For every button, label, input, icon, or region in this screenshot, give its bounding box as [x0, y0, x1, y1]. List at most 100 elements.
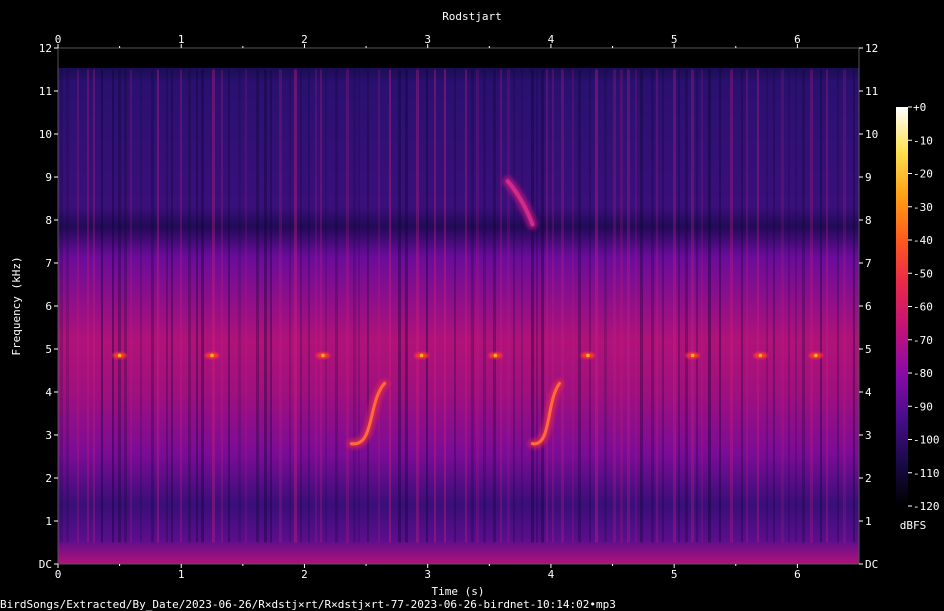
spectrogram-stripe	[701, 69, 703, 543]
spectrogram-stripe	[476, 69, 479, 543]
spectrogram-stripe	[196, 69, 198, 543]
colorbar-tick-label: -60	[913, 301, 933, 314]
y-tick-label-right: 5	[865, 343, 872, 356]
spectrogram-stripe	[546, 69, 548, 543]
y-tick-label-left: 10	[39, 128, 52, 141]
y-tick-label-left: 12	[39, 42, 52, 55]
y-tick-label-left: 5	[45, 343, 52, 356]
spectrogram-stripe	[264, 69, 267, 543]
tone-mark-core	[586, 353, 590, 358]
tone-mark-core	[210, 353, 214, 358]
spectrogram-stripe	[766, 69, 768, 543]
spectrogram-stripe	[578, 69, 581, 543]
y-tick-label-right: 10	[865, 128, 878, 141]
spectrogram-stripe	[662, 69, 664, 543]
spectrogram-stripe	[444, 69, 446, 543]
tone-mark-core	[419, 353, 424, 358]
spectrogram-stripe	[604, 69, 607, 543]
y-tick-label-left: 11	[39, 85, 52, 98]
spectrogram-stripe	[367, 69, 369, 543]
colorbar-tick-label: -80	[913, 367, 933, 380]
spectrogram-stripe	[87, 69, 89, 543]
spectrogram-stripe	[773, 69, 775, 543]
colorbar-tick-label: -10	[913, 134, 933, 147]
spectrogram-stripe	[279, 69, 282, 543]
file-path: BirdSongs/Extracted/By_Date/2023-06-26/R…	[0, 598, 616, 611]
spectrogram-stripe	[325, 69, 327, 543]
spectrogram-stripe	[294, 69, 297, 543]
spectrogram-stripe	[130, 69, 132, 543]
x-tick-label-top: 1	[178, 33, 185, 46]
colorbar-tick-label: -110	[913, 467, 940, 480]
spectrogram-stripe	[741, 69, 743, 543]
y-tick-label-left: 4	[45, 386, 52, 399]
y-tick-label-right: 11	[865, 85, 878, 98]
spectrogram-stripe	[346, 69, 349, 543]
spectrogram-stripe	[353, 69, 356, 543]
colorbar-tick-label: +0	[913, 101, 926, 114]
spectrogram-stripe	[77, 69, 79, 543]
spectrogram-stripe	[589, 69, 591, 543]
spectrogram-stripe	[837, 69, 839, 543]
spectrogram-stripe	[781, 69, 784, 543]
spectrogram-stripe	[118, 69, 121, 543]
x-tick-label-top: 6	[794, 33, 801, 46]
spectrogram-stripe	[541, 69, 544, 543]
y-tick-label-left: 7	[45, 257, 52, 270]
spectrogram-chart: Rodstjart 00112233445566DC DC1 12 23 34 45 56 6…	[0, 10, 940, 611]
spectrogram-stripe	[140, 69, 142, 543]
spectrogram-stripe	[389, 69, 391, 543]
spectrogram-stripe	[228, 69, 230, 543]
y-tick-label-right: 9	[865, 171, 872, 184]
y-tick-label-right: DC	[865, 558, 878, 571]
colorbar-ticks: +0 -10 -20 -30 -40 -50 -60 -70 -80 -90 -100 -110 -12…	[908, 101, 940, 513]
spectrogram-stripe	[300, 69, 302, 543]
spectrogram-stripe	[180, 69, 182, 543]
spectrogram-stripe	[513, 69, 515, 543]
spectrogram-stripe	[289, 69, 291, 543]
colorbar-label: dBFS	[900, 519, 927, 532]
spectrogram-stripe	[635, 69, 637, 543]
spectrogram-stripe	[245, 69, 247, 543]
tone-mark-core	[117, 353, 122, 358]
tone-mark-core	[493, 353, 498, 358]
x-tick-label-top: 4	[548, 33, 555, 46]
colorbar-tick-label: -120	[913, 500, 940, 513]
spectrogram-stripe	[483, 69, 486, 543]
spectrogram-stripe	[454, 69, 456, 543]
spectrogram-stripe	[60, 69, 63, 543]
colorbar-tick-label: -70	[913, 334, 933, 347]
spectrogram-stripe	[493, 69, 496, 543]
spectrogram-stripe	[595, 69, 598, 543]
spectrogram-stripe	[719, 69, 721, 543]
spectrogram-stripe	[270, 69, 272, 543]
spectrogram-stripe	[691, 69, 694, 543]
x-tick-label-bottom: 1	[178, 568, 185, 581]
spectrogram-stripe	[500, 69, 502, 543]
spectrogram-stripe	[826, 69, 828, 543]
spectrogram-stripe	[788, 69, 790, 543]
spectrogram-stripe	[613, 69, 616, 543]
x-tick-label-bottom: 5	[671, 568, 678, 581]
spectrogram-stripe	[620, 69, 623, 543]
spectrogram-stripe	[315, 69, 317, 543]
spectrogram-stripe	[320, 69, 322, 543]
x-tick-label-top: 0	[55, 33, 62, 46]
spectrogram-stripe	[730, 69, 733, 543]
spectrogram-stripe	[843, 69, 846, 543]
y-tick-label-right: 4	[865, 386, 872, 399]
spectrogram-stripe	[188, 69, 191, 543]
spectrogram-stripe	[531, 69, 534, 543]
spectrogram-stripe	[416, 69, 419, 543]
spectrogram-stripe	[101, 69, 103, 543]
spectrogram-stripe	[627, 69, 630, 543]
y-tick-label-left: 1	[45, 515, 52, 528]
x-tick-label-bottom: 0	[55, 568, 62, 581]
spectrogram-stripe	[358, 69, 360, 543]
y-tick-label-left: 3	[45, 429, 52, 442]
spectrogram-stripe	[746, 69, 748, 543]
plot-area	[57, 47, 860, 565]
spectrogram-band	[58, 68, 859, 564]
spectrogram-stripe	[561, 69, 564, 543]
spectrogram-stripe	[405, 69, 408, 543]
